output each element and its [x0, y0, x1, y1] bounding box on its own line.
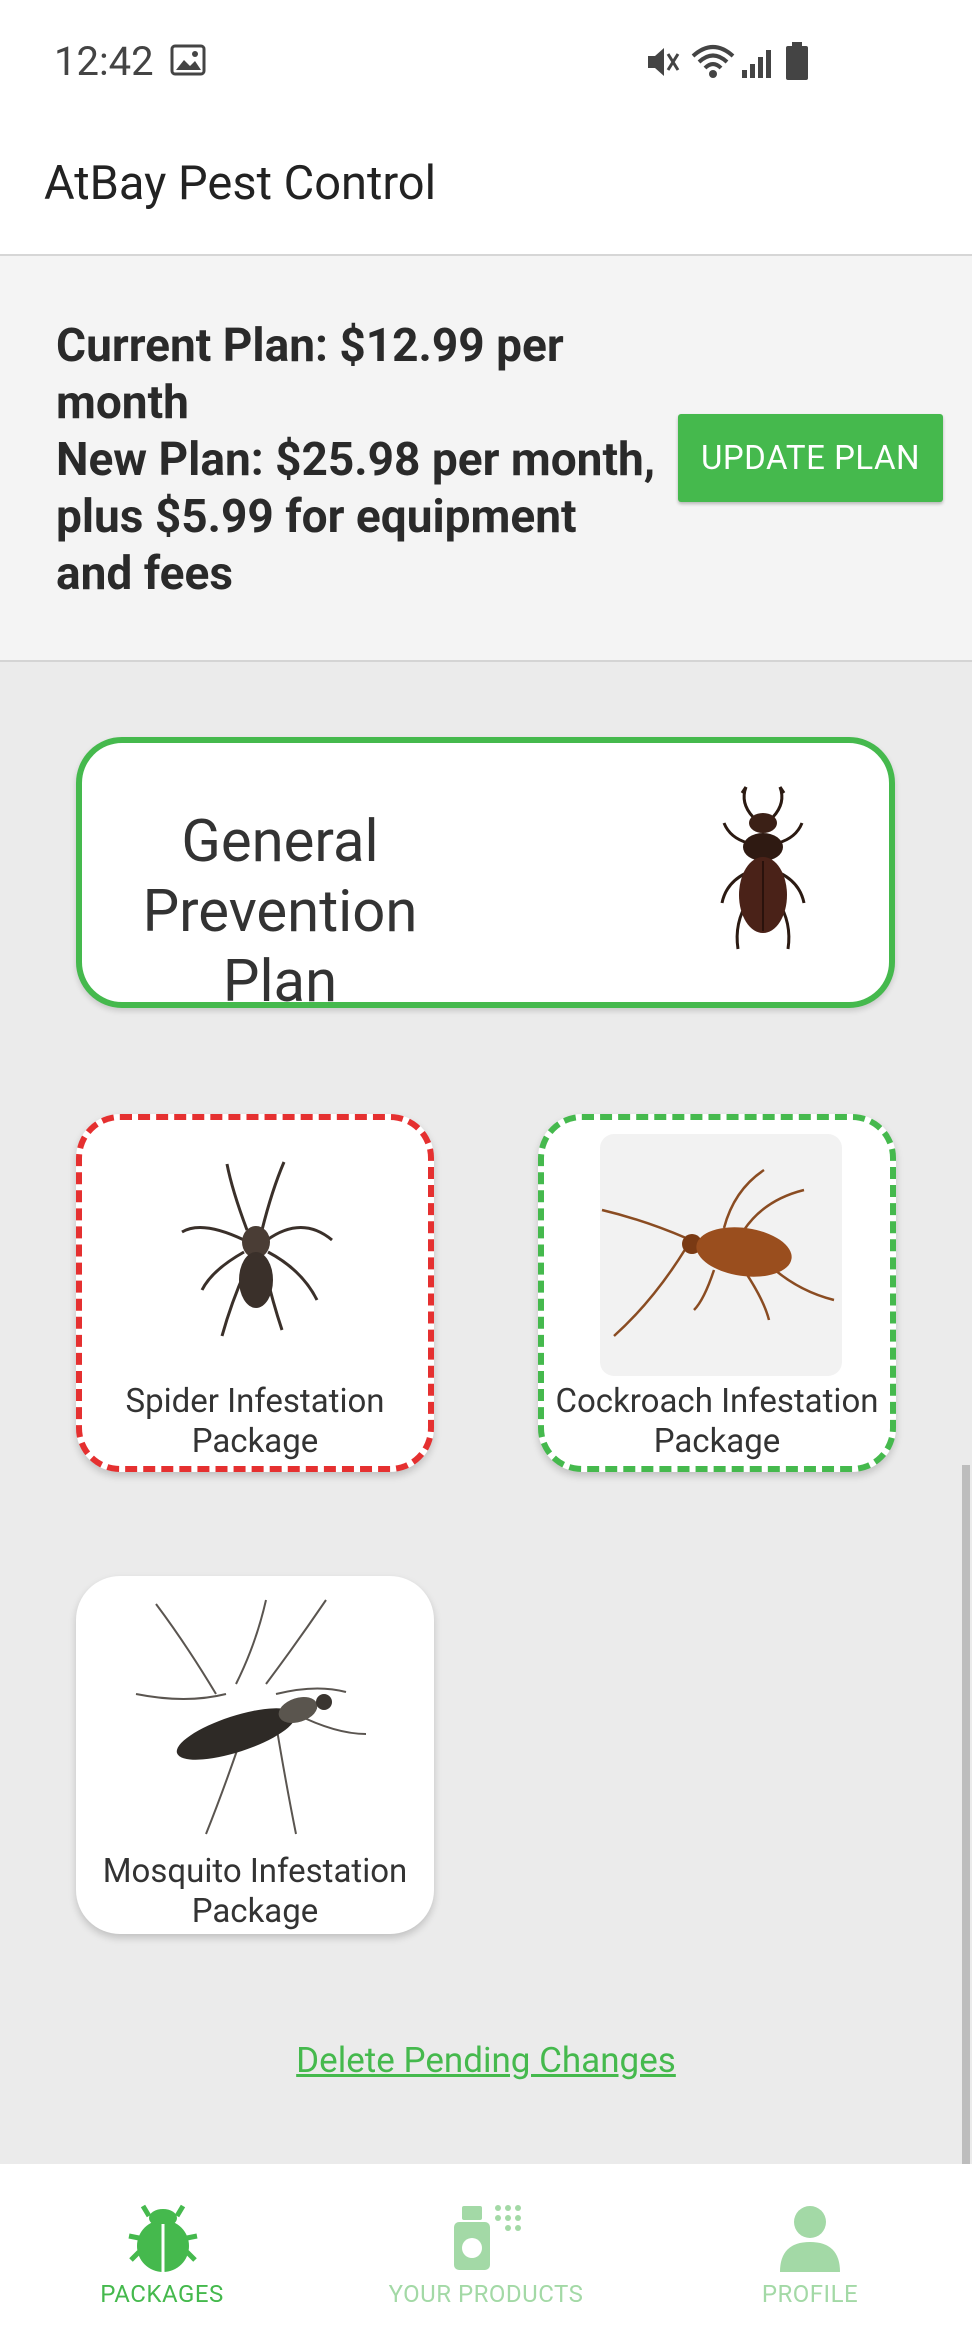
mosquito-package-label: Mosquito Infestation Package: [102, 1852, 408, 1931]
nav-your-products-label: YOUR PRODUCTS: [388, 2280, 584, 2308]
spider-package-card[interactable]: Spider Infestation Package: [76, 1114, 434, 1472]
spider-package-label: Spider Infestation Package: [125, 1382, 385, 1461]
wifi-icon: [691, 45, 735, 78]
spider-icon: [181, 1161, 333, 1337]
nav-packages-label: PACKAGES: [100, 2280, 224, 2308]
delete-pending-changes-link[interactable]: Delete Pending Changes: [0, 2040, 972, 2081]
nav-profile-label: PROFILE: [761, 2280, 859, 2308]
general-plan-title: General Prevention Plan: [142, 808, 418, 1016]
nav-profile[interactable]: PROFILE: [648, 2164, 972, 2348]
signal-icon: [742, 50, 771, 78]
cockroach-package-card[interactable]: Cockroach Infestation Package: [538, 1114, 896, 1472]
nav-your-products[interactable]: YOUR PRODUCTS: [324, 2164, 648, 2348]
status-time: 12:42: [54, 38, 154, 85]
person-icon: [780, 2206, 840, 2272]
scrollbar[interactable]: [962, 1465, 970, 2165]
current-plan-text: Current Plan: $12.99 per month: [56, 319, 564, 430]
mosquito-package-card[interactable]: Mosquito Infestation Package: [76, 1576, 434, 1934]
status-bar: 12:42: [0, 0, 972, 128]
plan-summary: Current Plan: $12.99 per month New Plan:…: [56, 318, 656, 603]
beetle-icon: [720, 786, 806, 950]
spray-bottle-icon: [454, 2205, 521, 2270]
app-title: AtBay Pest Control: [44, 156, 437, 211]
mute-icon: [648, 48, 680, 76]
app-bar: AtBay Pest Control: [0, 128, 972, 256]
update-plan-button[interactable]: UPDATE PLAN: [678, 414, 943, 502]
cockroach-package-label: Cockroach Infestation Package: [555, 1382, 879, 1461]
bottom-navigation: PACKAGES YOUR PRODUCTS PROFILE: [0, 2164, 972, 2348]
cockroach-icon: [601, 1168, 835, 1337]
bug-icon: [128, 2204, 198, 2272]
general-prevention-plan-card[interactable]: General Prevention Plan: [76, 737, 895, 1016]
battery-icon: [786, 42, 808, 80]
nav-packages[interactable]: PACKAGES: [0, 2164, 324, 2348]
new-plan-text: New Plan: $25.98 per month, plus $5.99 f…: [56, 433, 656, 601]
mosquito-icon: [135, 1599, 367, 1835]
image-notification-icon: [170, 44, 206, 76]
plan-banner: Current Plan: $12.99 per month New Plan:…: [0, 256, 972, 662]
